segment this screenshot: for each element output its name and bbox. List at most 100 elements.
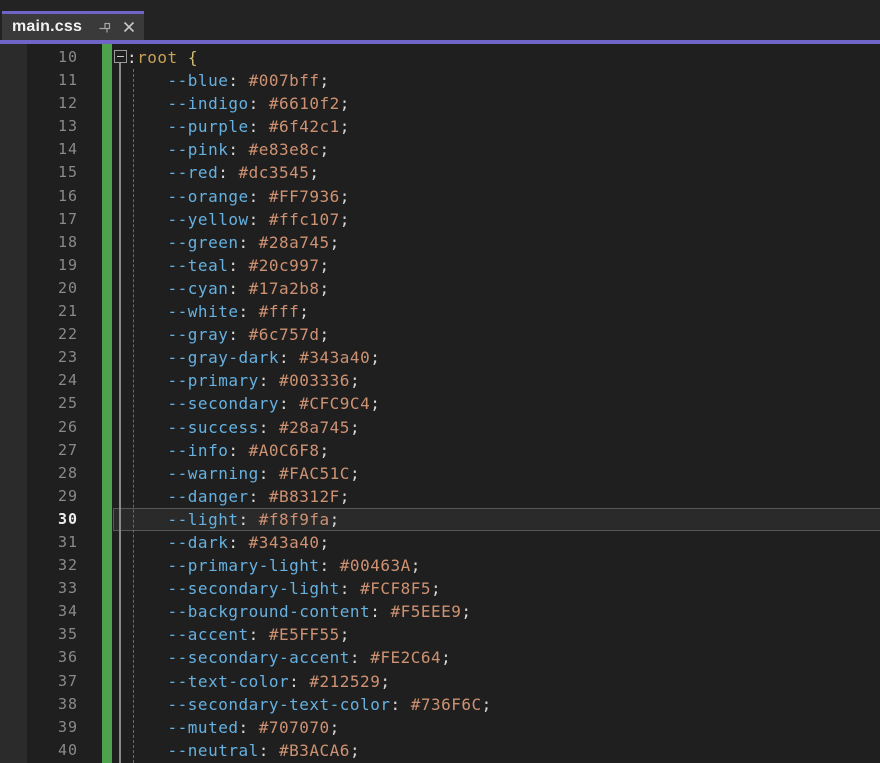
code-line[interactable]: 29 --danger: #B8312F; — [0, 485, 880, 508]
code-token: ; — [441, 648, 451, 667]
code-token: : — [340, 579, 360, 598]
code-line[interactable]: 18 --green: #28a745; — [0, 231, 880, 254]
code-token: --success — [168, 418, 259, 437]
code-token: --muted — [168, 718, 239, 737]
fold-collapse-marker[interactable] — [114, 50, 127, 63]
code-line[interactable]: 17 --yellow: #ffc107; — [0, 208, 880, 231]
code-token: #28a745 — [259, 233, 330, 252]
code-line[interactable]: 13 --purple: #6f42c1; — [0, 115, 880, 138]
code-line[interactable]: 23 --gray-dark: #343a40; — [0, 346, 880, 369]
code-token: : — [127, 48, 137, 67]
code-token: --text-color — [168, 672, 290, 691]
pin-icon[interactable] — [99, 21, 112, 34]
code-token: --pink — [168, 140, 229, 159]
code-token: --danger — [168, 487, 249, 506]
code-line[interactable]: 20 --cyan: #17a2b8; — [0, 277, 880, 300]
tab-main-css[interactable]: main.css — [2, 11, 144, 40]
code-token: : — [249, 187, 269, 206]
code-token: --secondary-light — [168, 579, 340, 598]
code-token — [127, 441, 168, 460]
code-token: --neutral — [168, 741, 259, 760]
code-token: #736F6C — [411, 695, 482, 714]
code-token: : — [228, 441, 248, 460]
code-line[interactable]: 21 --white: #fff; — [0, 300, 880, 323]
code-token — [127, 94, 168, 113]
code-text: --success: #28a745; — [127, 416, 360, 439]
code-line[interactable]: 32 --primary-light: #00463A; — [0, 554, 880, 577]
code-token: : — [218, 163, 238, 182]
code-token: : — [238, 233, 258, 252]
code-editor[interactable]: 10:root {11 --blue: #007bff;12 --indigo:… — [0, 44, 880, 763]
code-text: --pink: #e83e8c; — [127, 138, 330, 161]
code-text: --secondary-text-color: #736F6C; — [127, 693, 492, 716]
code-line[interactable]: 25 --secondary: #CFC9C4; — [0, 392, 880, 415]
code-token: ; — [309, 163, 319, 182]
code-token: ; — [320, 325, 330, 344]
code-token: --secondary — [168, 394, 279, 413]
code-line[interactable]: 15 --red: #dc3545; — [0, 161, 880, 184]
code-token — [127, 741, 168, 760]
code-token: ; — [320, 256, 330, 275]
code-line[interactable]: 14 --pink: #e83e8c; — [0, 138, 880, 161]
code-line[interactable]: 33 --secondary-light: #FCF8F5; — [0, 577, 880, 600]
code-token — [127, 302, 168, 321]
tab-title: main.css — [12, 18, 82, 36]
code-token: : — [228, 325, 248, 344]
code-text: --accent: #E5FF55; — [127, 623, 350, 646]
code-line[interactable]: 30 --light: #f8f9fa; — [0, 508, 880, 531]
code-token — [127, 648, 168, 667]
code-token: #28a745 — [279, 418, 350, 437]
code-line[interactable]: 11 --blue: #007bff; — [0, 69, 880, 92]
code-line[interactable]: 35 --accent: #E5FF55; — [0, 623, 880, 646]
bookmark-margin[interactable] — [0, 44, 27, 763]
code-token: : — [249, 625, 269, 644]
code-line[interactable]: 12 --indigo: #6610f2; — [0, 92, 880, 115]
code-token — [127, 348, 168, 367]
code-line[interactable]: 36 --secondary-accent: #FE2C64; — [0, 646, 880, 669]
code-line[interactable]: 38 --secondary-text-color: #736F6C; — [0, 693, 880, 716]
code-token: --primary — [168, 371, 259, 390]
code-line[interactable]: 39 --muted: #707070; — [0, 716, 880, 739]
code-token: --indigo — [168, 94, 249, 113]
code-text: --gray: #6c757d; — [127, 323, 330, 346]
code-token: #343a40 — [299, 348, 370, 367]
code-text: --background-content: #F5EEE9; — [127, 600, 472, 623]
code-token — [127, 371, 168, 390]
code-line[interactable]: 22 --gray: #6c757d; — [0, 323, 880, 346]
code-token: : — [370, 602, 390, 621]
code-line[interactable]: 37 --text-color: #212529; — [0, 670, 880, 693]
code-token: #A0C6F8 — [249, 441, 320, 460]
code-line[interactable]: 10:root { — [0, 46, 880, 69]
code-token: #FE2C64 — [370, 648, 441, 667]
code-line[interactable]: 40 --neutral: #B3ACA6; — [0, 739, 880, 762]
code-token: --red — [168, 163, 219, 182]
code-line[interactable]: 24 --primary: #003336; — [0, 369, 880, 392]
code-line[interactable]: 28 --warning: #FAC51C; — [0, 462, 880, 485]
code-token — [127, 533, 168, 552]
code-token: --light — [168, 510, 239, 529]
code-token: --blue — [168, 71, 229, 90]
code-text: :root { — [127, 46, 198, 69]
code-line[interactable]: 16 --orange: #FF7936; — [0, 185, 880, 208]
code-token: #fff — [259, 302, 300, 321]
code-token: --orange — [168, 187, 249, 206]
code-line[interactable]: 19 --teal: #20c997; — [0, 254, 880, 277]
code-line[interactable]: 34 --background-content: #F5EEE9; — [0, 600, 880, 623]
code-token: ; — [330, 718, 340, 737]
code-text: --purple: #6f42c1; — [127, 115, 350, 138]
code-token: #20c997 — [249, 256, 320, 275]
code-line[interactable]: 27 --info: #A0C6F8; — [0, 439, 880, 462]
code-lines: 10:root {11 --blue: #007bff;12 --indigo:… — [0, 44, 880, 763]
code-token: : — [259, 741, 279, 760]
close-icon[interactable] — [122, 20, 136, 34]
code-token: --secondary-accent — [168, 648, 350, 667]
code-line[interactable]: 31 --dark: #343a40; — [0, 531, 880, 554]
code-text: --secondary: #CFC9C4; — [127, 392, 380, 415]
code-line[interactable]: 26 --success: #28a745; — [0, 416, 880, 439]
code-text: --secondary-light: #FCF8F5; — [127, 577, 441, 600]
code-token: ; — [320, 279, 330, 298]
code-token: : — [249, 210, 269, 229]
code-text: --orange: #FF7936; — [127, 185, 350, 208]
code-text: --teal: #20c997; — [127, 254, 330, 277]
code-token: ; — [320, 140, 330, 159]
